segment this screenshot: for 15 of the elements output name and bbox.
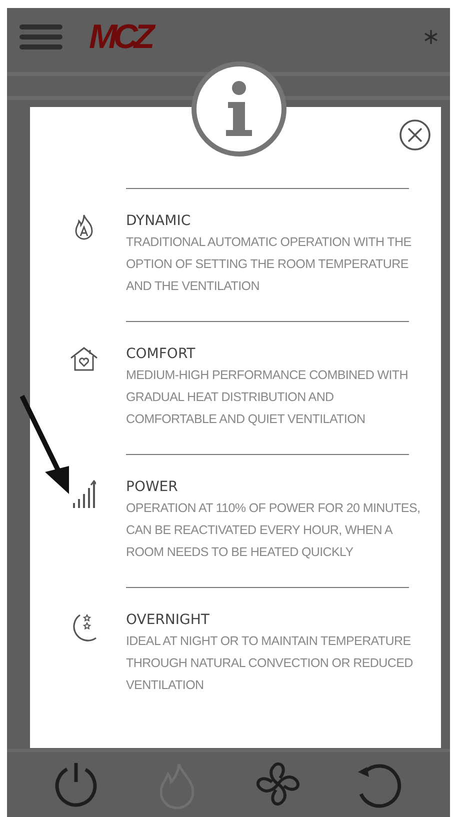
mode-title: DYNAMIC <box>126 212 191 231</box>
mode-description: MEDIUM-HIGH PERFORMANCE COMBINED WITH GRADUAL HEAT DISTRIBUTION AND COMFORTABLE AND QUIET VENTILATION <box>126 367 409 428</box>
mode-title: OVERNIGHT <box>126 611 210 630</box>
mode-description: IDEAL AT NIGHT OR TO MAINTAIN TEMPERATURE THROUGH NATURAL CONVECTION OR REDUCED VENTILATION <box>126 633 414 694</box>
mode-title: POWER <box>126 478 178 497</box>
moon-stars-icon <box>70 612 98 642</box>
mode-description: TRADITIONAL AUTOMATIC OPERATION WITH THE OPTION OF SETTING THE ROOM TEMPERATURE AND THE VENTILATION <box>126 234 412 295</box>
logo: MCZ <box>89 20 151 54</box>
mode-title: COMFORT <box>126 345 196 364</box>
close-button[interactable] <box>399 119 431 151</box>
menu-icon[interactable] <box>19 24 63 50</box>
mode-description: OPERATION AT 110% OF POWER FOR 20 MINUTES, CAN BE REACTIVATED EVERY HOUR, WHEN A ROOM NEEDS TO BE HEATED QUICKLY <box>126 500 422 561</box>
snowflake-icon[interactable] <box>424 30 438 44</box>
signal-bars-icon <box>72 479 96 509</box>
house-heart-icon <box>69 346 99 372</box>
